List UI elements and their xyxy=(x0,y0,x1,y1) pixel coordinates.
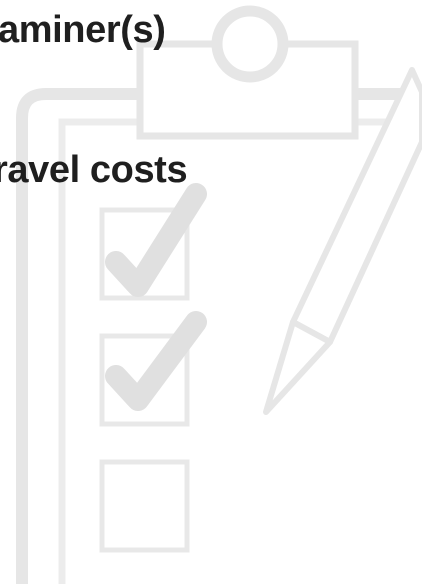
clipboard-checklist-icon xyxy=(16,5,422,584)
pen-tip xyxy=(263,319,333,415)
document-text-line-2: ravel costs xyxy=(0,149,188,191)
document-text-line-1: aminer(s) xyxy=(0,9,166,51)
clipboard-clip-ring xyxy=(211,5,289,83)
checkbox-3 xyxy=(99,459,190,553)
document-page: aminer(s) ravel costs xyxy=(0,0,422,584)
